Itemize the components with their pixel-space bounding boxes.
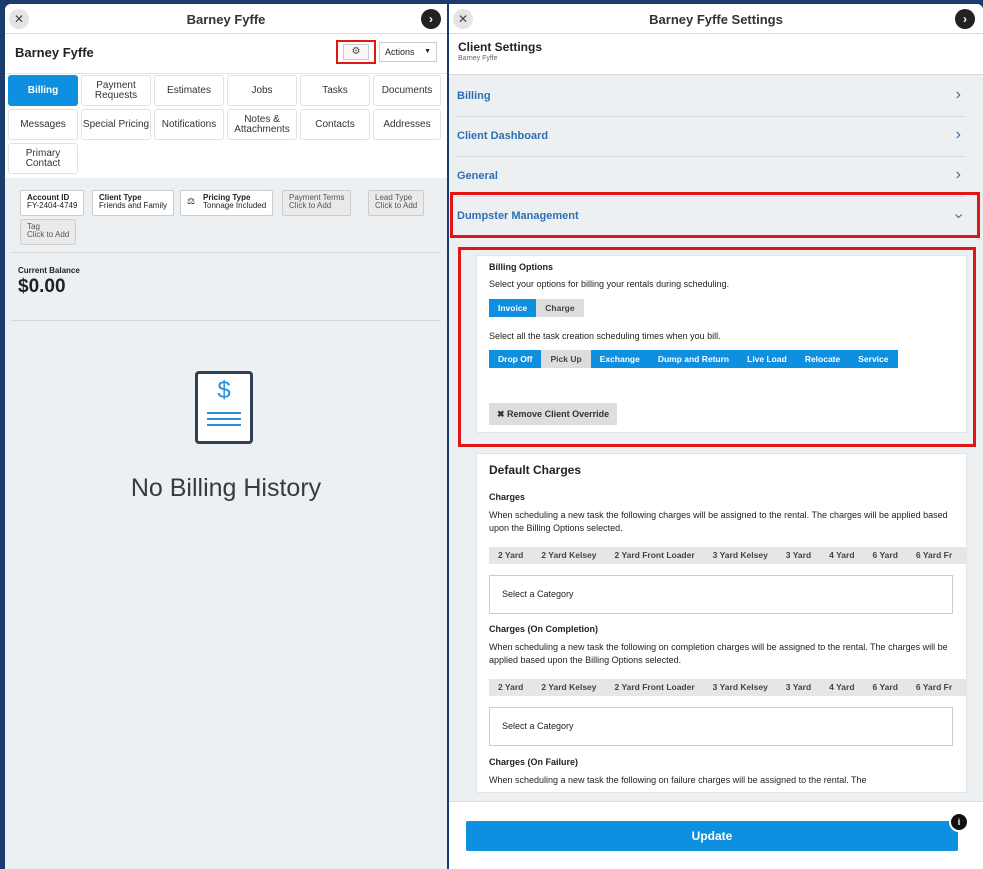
settings-title: Client Settings — [458, 40, 543, 54]
size-tab[interactable]: 6 Yard Fr — [907, 547, 961, 564]
chevron-right-icon: › — [955, 166, 961, 183]
tab-tasks[interactable]: Tasks — [300, 75, 370, 106]
chip-value: Tonnage Included — [203, 201, 267, 210]
failure-desc: When scheduling a new task the following… — [489, 775, 867, 785]
size-tabs: 2 Yard 2 Yard Kelsey 2 Yard Front Loader… — [489, 679, 966, 696]
tab-billing[interactable]: Billing — [8, 75, 78, 106]
settings-button-highlight: ⚙ — [336, 40, 376, 64]
size-tab[interactable]: 2 Yard Front Loader — [606, 547, 704, 564]
tab-primary-contact[interactable]: Primary Contact — [8, 143, 78, 174]
charges-desc: When scheduling a new task the following… — [489, 510, 948, 533]
balance-label: Current Balance — [18, 266, 80, 275]
charges-heading: Charges — [489, 492, 526, 502]
gear-icon[interactable]: ⚙ — [343, 44, 369, 60]
size-tab[interactable]: 2 Yard Kelsey — [532, 679, 605, 696]
settings-titlebar: ✕ Barney Fyffe Settings › — [449, 4, 983, 34]
chip-value: Click to Add — [375, 201, 418, 210]
size-tab[interactable]: 3 Yard — [777, 547, 820, 564]
account-id-chip: Account ID FY-2404-4749 — [20, 190, 85, 216]
client-type-chip[interactable]: Client Type Friends and Family — [92, 190, 175, 216]
settings-header: Client Settings Barney Fyffe — [449, 34, 983, 74]
tab-special-pricing[interactable]: Special Pricing — [81, 109, 151, 140]
billing-options-highlight — [458, 247, 976, 447]
window-title: Barney Fyffe Settings — [649, 12, 783, 27]
tab-notifications[interactable]: Notifications — [154, 109, 224, 140]
default-charges-card: Default Charges Charges When scheduling … — [476, 453, 967, 793]
window-title: Barney Fyffe — [186, 12, 266, 27]
size-tab[interactable]: 3 Yard Kelsey — [704, 547, 777, 564]
size-tab[interactable]: 2 Yard — [489, 547, 532, 564]
tab-messages[interactable]: Messages — [8, 109, 78, 140]
billing-document-icon: $ — [195, 371, 253, 444]
divider — [11, 320, 441, 321]
size-tab[interactable]: 3 Yard Kelsey — [704, 679, 777, 696]
section-client-dashboard[interactable]: Client Dashboard › — [457, 117, 965, 157]
payment-terms-chip[interactable]: Payment Terms Click to Add — [282, 190, 352, 216]
balance-value: $0.00 — [18, 276, 66, 297]
chip-value: Click to Add — [27, 230, 70, 239]
client-header: Barney Fyffe ⚙ Actions ▼ — [5, 34, 447, 74]
chevron-right-icon[interactable]: › — [421, 9, 441, 29]
chip-value: Click to Add — [289, 201, 332, 210]
settings-footer: Update i — [449, 801, 983, 869]
caret-down-icon: ▼ — [424, 48, 431, 55]
divider — [449, 74, 983, 75]
section-billing[interactable]: Billing › — [457, 77, 965, 117]
default-charges-heading: Default Charges — [489, 463, 582, 477]
billing-content: Account ID FY-2404-4749 Client Type Friend… — [5, 178, 447, 869]
settings-panel: ✕ Barney Fyffe Settings › Client Setting… — [449, 4, 983, 869]
settings-subtitle: Barney Fyffe — [458, 55, 498, 62]
chevron-right-icon: › — [955, 86, 961, 103]
size-tab[interactable]: 4 Yard — [820, 547, 863, 564]
completion-desc: When scheduling a new task the following… — [489, 642, 948, 665]
info-icon[interactable]: i — [949, 812, 969, 832]
size-tab[interactable]: 6 Yard — [864, 679, 907, 696]
lead-type-chip[interactable]: Lead Type Click to Add — [368, 190, 425, 216]
client-name: Barney Fyffe — [15, 45, 94, 60]
tab-contacts[interactable]: Contacts — [300, 109, 370, 140]
section-label: General — [457, 170, 498, 182]
client-titlebar: ✕ Barney Fyffe › — [5, 4, 447, 34]
tab-payment-requests[interactable]: Payment Requests — [81, 75, 151, 106]
chevron-right-icon[interactable]: › — [955, 9, 975, 29]
empty-state-text: No Billing History — [130, 474, 322, 502]
size-tabs: 2 Yard 2 Yard Kelsey 2 Yard Front Loader… — [489, 547, 966, 564]
size-tab[interactable]: 6 Yard Fr — [907, 679, 961, 696]
tab-notes-attachments[interactable]: Notes & Attachments — [227, 109, 297, 140]
update-button[interactable]: Update — [466, 821, 958, 851]
category-select[interactable]: Select a Category — [489, 575, 953, 614]
section-general[interactable]: General › — [457, 157, 965, 197]
failure-heading: Charges (On Failure) — [489, 757, 579, 767]
tab-estimates[interactable]: Estimates — [154, 75, 224, 106]
tab-jobs[interactable]: Jobs — [227, 75, 297, 106]
chip-value: FY-2404-4749 — [27, 201, 78, 210]
completion-heading: Charges (On Completion) — [489, 624, 599, 634]
size-tab[interactable]: 2 Yard — [489, 679, 532, 696]
divider — [11, 252, 441, 253]
pricing-icon: ⚖ — [187, 196, 196, 206]
actions-label: Actions — [385, 47, 415, 57]
tab-addresses[interactable]: Addresses — [373, 109, 441, 140]
section-label: Billing — [457, 90, 491, 102]
tag-chip[interactable]: Tag Click to Add — [20, 219, 77, 245]
tab-documents[interactable]: Documents — [373, 75, 441, 106]
pricing-type-chip[interactable]: ⚖ Pricing Type Tonnage Included — [180, 190, 274, 216]
chip-value: Friends and Family — [99, 201, 168, 210]
size-tab[interactable]: 2 Yard Kelsey — [532, 547, 605, 564]
category-select[interactable]: Select a Category — [489, 707, 953, 746]
size-tab[interactable]: 3 Yard — [777, 679, 820, 696]
client-panel: ✕ Barney Fyffe › Barney Fyffe ⚙ Actions ▼… — [5, 4, 447, 869]
size-tab[interactable]: 2 Yard Front Loader — [606, 679, 704, 696]
size-tab[interactable]: 6 Yard — [864, 547, 907, 564]
size-tab[interactable]: 4 Yard — [820, 679, 863, 696]
chevron-right-icon: › — [955, 126, 961, 143]
section-label: Client Dashboard — [457, 130, 549, 142]
actions-dropdown[interactable]: Actions ▼ — [379, 42, 437, 62]
dumpster-section-highlight — [450, 192, 980, 238]
